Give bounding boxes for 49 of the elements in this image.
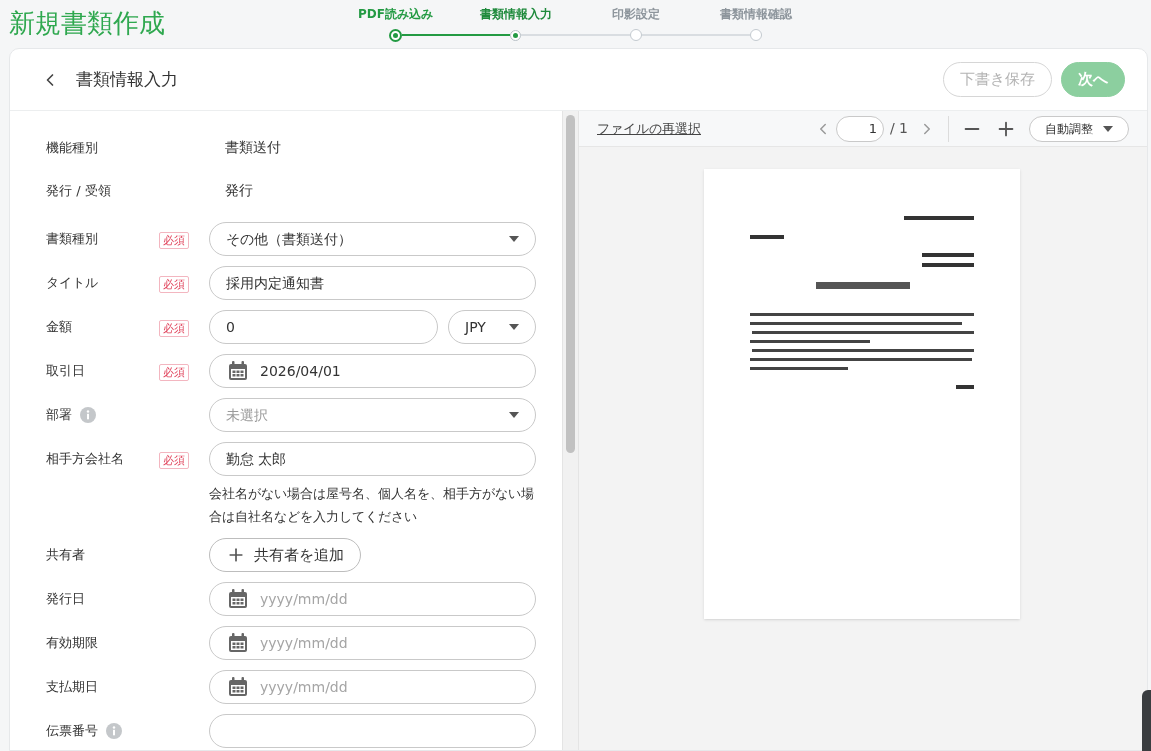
field-value: 発行 — [224, 181, 253, 200]
field-label: 伝票番号 — [46, 722, 98, 741]
page-total: / 1 — [889, 119, 908, 138]
field-label: タイトル — [46, 274, 98, 293]
amount-field[interactable]: 0 — [209, 310, 438, 344]
step-label: PDF読み込み — [358, 6, 433, 23]
caret-icon — [1103, 125, 1113, 132]
calendar-icon — [228, 633, 248, 653]
page-title: 新規書類作成 — [9, 7, 166, 40]
text-field[interactable]: 採用内定通知書 — [209, 266, 536, 300]
field-label: 支払期日 — [46, 678, 98, 697]
caret-icon — [509, 236, 519, 242]
reselect-file-link[interactable]: ファイルの再選択 — [597, 118, 701, 139]
field-value: 書類送付 — [224, 138, 281, 157]
field-label: 機能種別 — [46, 138, 98, 157]
required-badge: 必須 — [159, 232, 189, 249]
caret-icon — [509, 412, 519, 418]
side-panel-tab[interactable] — [1142, 690, 1151, 751]
calendar-icon — [228, 361, 248, 381]
calendar-icon — [228, 589, 248, 609]
field-label: 金額 — [46, 318, 72, 337]
field-label: 部署 — [46, 406, 72, 425]
text-field[interactable]: 勤怠 太郎 — [209, 442, 536, 476]
required-badge: 必須 — [159, 452, 189, 469]
field-label: 取引日 — [46, 362, 85, 381]
step-label: 書類情報入力 — [479, 6, 552, 23]
required-badge: 必須 — [159, 276, 189, 293]
currency-select[interactable]: JPY — [448, 310, 536, 344]
scrollbar-thumb[interactable] — [566, 115, 575, 453]
card-title: 書類情報入力 — [76, 67, 178, 91]
zoom-select[interactable]: 自動調整 — [1029, 115, 1129, 142]
field-label: 相手方会社名 — [46, 450, 124, 469]
help-text: 会社名がない場合は屋号名、個人名を、相手方がない場合は自社名などを入力してください — [209, 485, 535, 526]
field-label: 共有者 — [46, 546, 85, 565]
caret-icon — [509, 324, 519, 330]
required-badge: 必須 — [159, 364, 189, 381]
step-label: 印影設定 — [611, 6, 660, 23]
field-label: 有効期限 — [46, 634, 98, 653]
required-badge: 必須 — [159, 320, 189, 337]
page-number-field[interactable]: 1 — [835, 115, 884, 142]
select-field[interactable]: その他（書類送付） — [209, 222, 536, 256]
field-label: 書類種別 — [46, 230, 98, 249]
step-label: 書類情報確認 — [719, 6, 792, 23]
field-label: 発行日 — [46, 590, 85, 609]
calendar-icon — [228, 677, 248, 697]
date-field[interactable]: 2026/04/01 — [209, 354, 536, 388]
field-label: 発行 / 受領 — [46, 181, 111, 200]
text-field[interactable] — [209, 714, 536, 748]
add-sharer-button[interactable]: 共有者を追加 — [209, 538, 361, 572]
